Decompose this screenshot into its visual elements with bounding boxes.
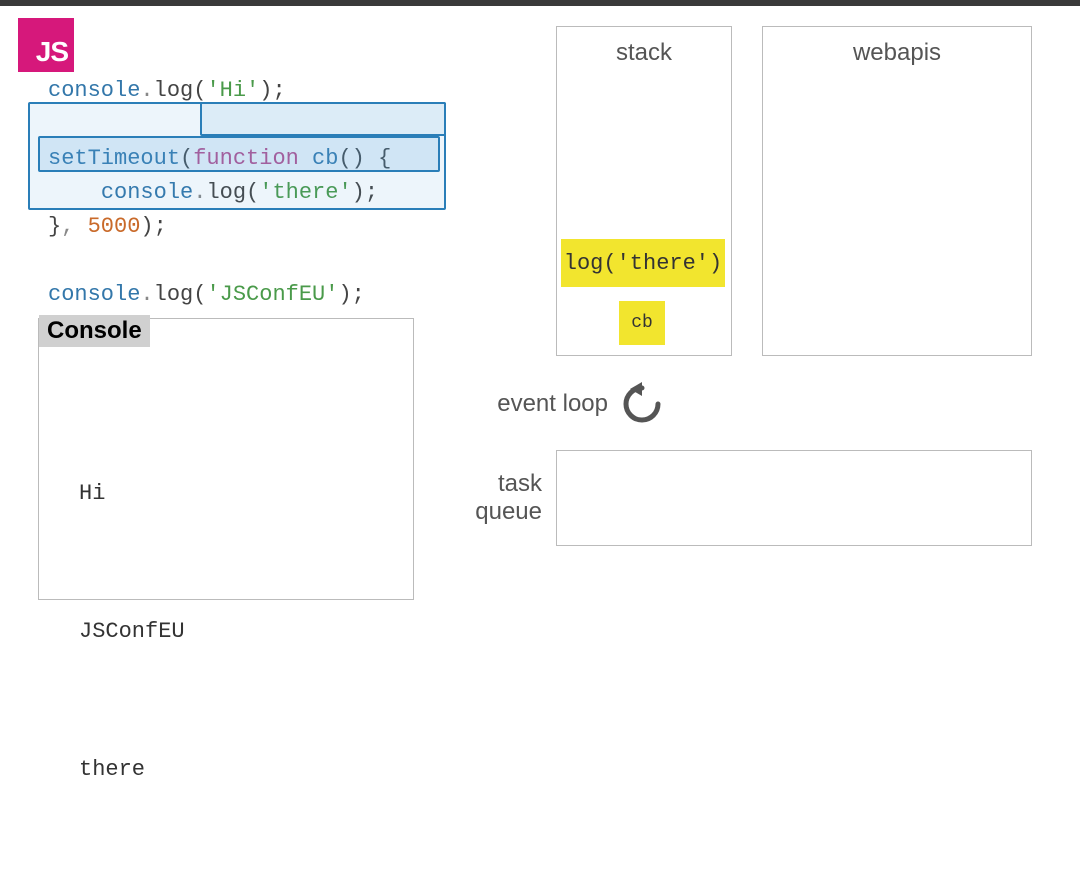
- code-block: console.log('Hi'); setTimeout(function c…: [48, 40, 391, 312]
- tok: .: [140, 78, 153, 103]
- tok: 'JSConfEU': [206, 282, 338, 307]
- tok: () {: [338, 146, 391, 171]
- stack-frame-top-label: log('there'): [564, 251, 722, 276]
- tok: );: [338, 282, 364, 307]
- tok: console: [101, 180, 193, 205]
- tok: ,: [61, 214, 87, 239]
- console-line: JSConfEU: [79, 609, 393, 655]
- tok: setTimeout: [48, 146, 180, 171]
- tok: console: [48, 78, 140, 103]
- stack-frame-bottom-label: cb: [631, 313, 653, 333]
- tok: 5000: [88, 214, 141, 239]
- tok: console: [48, 282, 140, 307]
- tok: .: [193, 180, 206, 205]
- tok: (: [193, 282, 206, 307]
- tok: 'there': [259, 180, 351, 205]
- stack-frame-bottom: cb: [619, 301, 665, 345]
- tok: cb: [299, 146, 339, 171]
- tok: }: [48, 214, 61, 239]
- tok: (: [180, 146, 193, 171]
- stack-frame-top: log('there'): [561, 239, 725, 287]
- stack-title: stack: [557, 39, 731, 67]
- console-title: Console: [39, 315, 150, 347]
- tok: (: [193, 78, 206, 103]
- tok: function: [193, 146, 299, 171]
- webapis-title: webapis: [763, 39, 1031, 67]
- webapis-panel: webapis: [762, 26, 1032, 356]
- task-queue-panel: [556, 450, 1032, 546]
- console-line: Hi: [79, 471, 393, 517]
- tok: .: [140, 282, 153, 307]
- event-loop-label: event loop: [468, 390, 608, 418]
- console-output: Hi JSConfEU there: [79, 379, 393, 885]
- tok: );: [352, 180, 378, 205]
- tok: [48, 180, 101, 205]
- task-queue-label: task queue: [450, 470, 542, 526]
- window-topbar: [0, 0, 1080, 6]
- event-loop-icon: [620, 382, 664, 426]
- tok: log: [206, 180, 246, 205]
- tok: log: [154, 78, 194, 103]
- tok: 'Hi': [206, 78, 259, 103]
- tok: );: [259, 78, 285, 103]
- console-panel: Console Hi JSConfEU there: [38, 318, 414, 600]
- tok: );: [140, 214, 166, 239]
- tok: log: [154, 282, 194, 307]
- stack-panel: stack log('there') cb: [556, 26, 732, 356]
- console-line: there: [79, 747, 393, 793]
- tok: (: [246, 180, 259, 205]
